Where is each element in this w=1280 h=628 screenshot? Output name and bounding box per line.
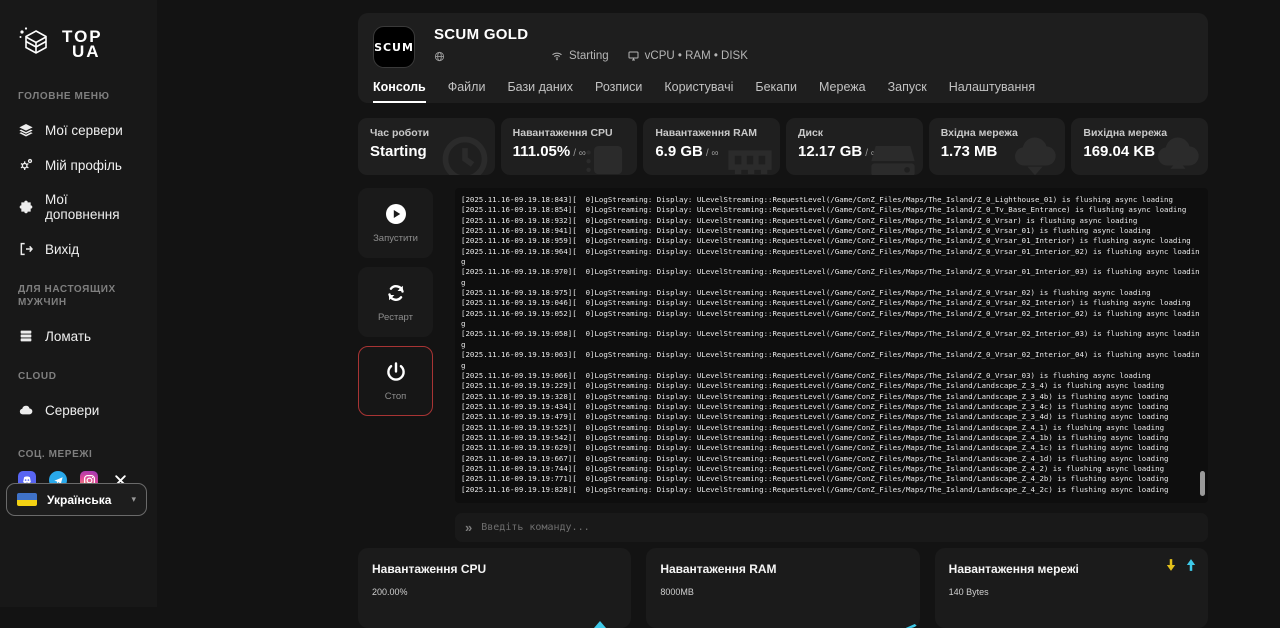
restart-icon	[384, 281, 408, 305]
cloud-download-icon	[1009, 133, 1061, 175]
tab-users[interactable]: Користувачі	[664, 80, 733, 103]
play-icon	[384, 202, 408, 226]
upload-arrow-icon	[1186, 559, 1196, 571]
ram-chart-peak	[906, 624, 920, 628]
command-input[interactable]	[481, 522, 1198, 533]
brand-name: TOP UA	[62, 29, 103, 59]
start-button[interactable]: Запустити	[358, 188, 433, 258]
restart-button[interactable]: Рестарт	[358, 267, 433, 337]
stat-card-disk: Диск 12.17 GB/ ∞	[786, 118, 923, 175]
cloud-icon	[18, 402, 34, 418]
tab-schedules[interactable]: Розписи	[595, 80, 642, 103]
tab-databases[interactable]: Бази даних	[507, 80, 573, 103]
sidebar-item-logout[interactable]: Вихід	[18, 241, 139, 257]
console-log: [2025.11.16-09.19.18:843][ 0]LogStreamin…	[461, 195, 1202, 495]
ram-icon	[724, 133, 776, 175]
globe-icon	[434, 51, 445, 62]
section-title-cloud: CLOUD	[18, 370, 139, 383]
server-controls: Запустити Рестарт Стоп	[358, 188, 433, 416]
stop-button[interactable]: Стоп	[358, 346, 433, 416]
prompt-icon: »	[465, 521, 472, 534]
sidebar: TOP UA ГОЛОВНЕ МЕНЮ Мої сервери Мій проф…	[0, 0, 157, 607]
stat-card-network-in: Вхідна мережа 1.73 MB	[929, 118, 1066, 175]
section-title-real-men: ДЛЯ НАСТОЯЩИХ МУЖЧИН	[18, 283, 128, 309]
sidebar-item-my-profile[interactable]: Мій профіль	[18, 157, 139, 173]
section-title-socials: СОЦ. МЕРЕЖІ	[18, 448, 139, 461]
tab-files[interactable]: Файли	[448, 80, 486, 103]
server-header: SCUM SCUM GOLD Starting vCPU •	[358, 13, 1208, 103]
sidebar-item-cloud-servers[interactable]: Сервери	[18, 402, 139, 418]
bottom-card-network: Навантаження мережі 140 Bytes	[935, 548, 1208, 628]
server-rack-icon	[18, 328, 34, 344]
stat-card-ram: Навантаження RAM 6.9 GB/ ∞	[643, 118, 780, 175]
server-name: SCUM GOLD	[434, 26, 748, 43]
stat-card-cpu: Навантаження CPU 111.05%/ ∞	[501, 118, 638, 175]
section-title-main-menu: ГОЛОВНЕ МЕНЮ	[18, 90, 139, 103]
power-icon	[384, 360, 408, 384]
language-selector[interactable]: Українська ▾	[6, 483, 147, 516]
tab-network[interactable]: Мережа	[819, 80, 866, 103]
tab-console[interactable]: Консоль	[373, 80, 426, 103]
server-tabs: Консоль Файли Бази даних Розписи Користу…	[373, 80, 1035, 103]
bottom-card-ram: Навантаження RAM 8000MB	[646, 548, 919, 628]
monitor-icon	[627, 50, 640, 62]
sidebar-item-my-servers[interactable]: Мої сервери	[18, 122, 139, 138]
bottom-stats-row: Навантаження CPU 200.00% Навантаження RA…	[358, 548, 1208, 628]
ukraine-flag-icon	[17, 493, 37, 506]
sidebar-item-my-addons[interactable]: Мої доповнення	[18, 192, 139, 222]
cube-logo-icon	[16, 24, 56, 64]
stats-row: Час роботи Starting Навантаження CPU 111…	[358, 118, 1208, 175]
stat-card-uptime: Час роботи Starting	[358, 118, 495, 175]
download-arrow-icon	[1166, 559, 1176, 571]
cpu-chart-peak	[594, 621, 606, 628]
tab-startup[interactable]: Запуск	[888, 80, 927, 103]
cloud-upload-icon	[1152, 133, 1204, 175]
console-log-viewport[interactable]: [2025.11.16-09.19.18:843][ 0]LogStreamin…	[455, 188, 1208, 503]
bottom-card-cpu: Навантаження CPU 200.00%	[358, 548, 631, 628]
tab-settings[interactable]: Налаштування	[949, 80, 1035, 103]
cpu-icon	[581, 133, 633, 175]
scrollbar-thumb[interactable]	[1200, 471, 1205, 496]
stat-card-network-out: Вихідна мережа 169.04 KB	[1071, 118, 1208, 175]
server-status: Starting	[550, 50, 609, 62]
disk-icon	[867, 133, 919, 175]
addon-icon	[18, 199, 34, 215]
server-logo: SCUM	[373, 26, 415, 68]
chevron-down-icon: ▾	[131, 494, 136, 505]
command-bar: »	[455, 513, 1208, 542]
tab-backups[interactable]: Бекапи	[755, 80, 797, 103]
logout-icon	[18, 241, 34, 257]
clock-icon	[439, 133, 491, 175]
sidebar-item-lomat[interactable]: Ломать	[18, 328, 139, 344]
brand-logo[interactable]: TOP UA	[16, 24, 157, 64]
wifi-icon	[550, 50, 564, 62]
server-resources: vCPU • RAM • DISK	[627, 50, 748, 62]
layers-icon	[18, 122, 34, 138]
gears-icon	[18, 157, 34, 173]
